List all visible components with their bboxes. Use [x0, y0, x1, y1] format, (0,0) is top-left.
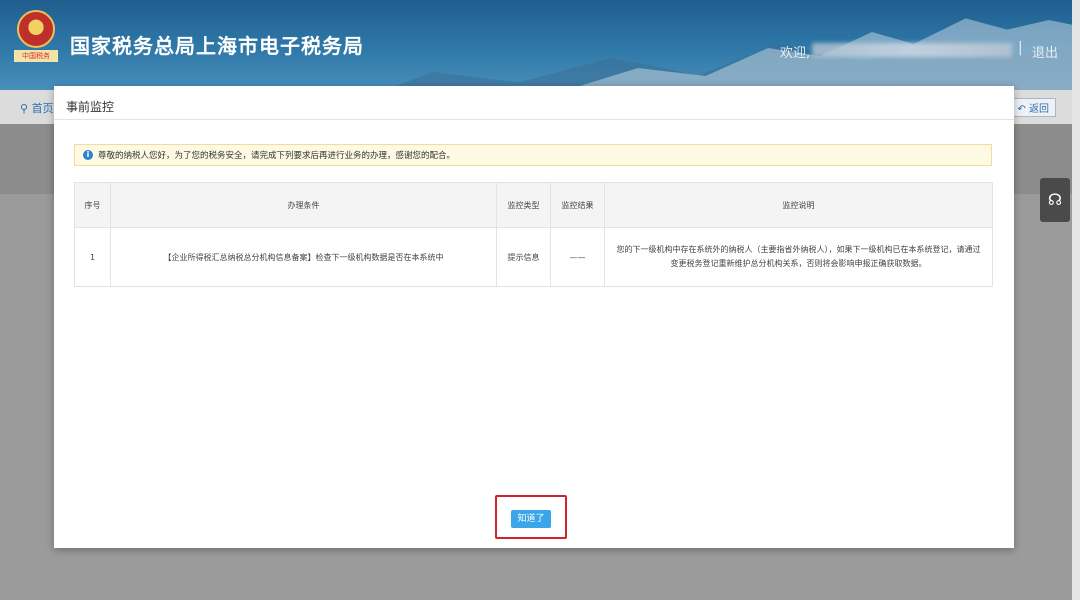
- notice-text: 尊敬的纳税人您好，为了您的税务安全，请完成下列要求后再进行业务的办理，感谢您的配…: [98, 151, 456, 161]
- headset-support-icon[interactable]: ☊: [1040, 178, 1070, 222]
- row-index: 1: [74, 227, 111, 287]
- monitor-table: 序号 办理条件 监控类型 监控结果 监控说明 1 【企业所得税汇总纳税总分机构信…: [74, 182, 993, 287]
- row-description: 您的下一级机构中存在系统外的纳税人（主要指省外纳税人），如果下一级机构已在本系统…: [604, 227, 993, 287]
- header-separator: |: [1018, 40, 1023, 56]
- row-result: ——: [550, 227, 605, 287]
- emblem-caption: 中国税务: [14, 50, 58, 62]
- emblem-icon: [17, 10, 55, 48]
- title-divider: [54, 119, 1014, 120]
- table-header-row: 序号 办理条件 监控类型 监控结果 监控说明: [74, 182, 993, 228]
- dialog-title: 事前监控: [66, 100, 115, 114]
- redacted-user-name: [812, 43, 1012, 57]
- button-highlight-box: 知道了: [495, 495, 567, 539]
- column-header-index: 序号: [74, 182, 111, 228]
- info-icon: i: [83, 150, 93, 160]
- return-arrow-icon: ↶: [1017, 104, 1026, 115]
- welcome-text: 欢迎,: [780, 46, 811, 61]
- page-scrollbar[interactable]: [1072, 0, 1080, 600]
- confirm-button[interactable]: 知道了: [511, 510, 551, 528]
- site-header: 中国税务 国家税务总局上海市电子税务局 欢迎, | 退出: [0, 0, 1080, 90]
- pre-monitor-dialog: 事前监控 i 尊敬的纳税人您好，为了您的税务安全，请完成下列要求后再进行业务的办…: [54, 86, 1014, 548]
- row-type-link[interactable]: 提示信息: [496, 227, 551, 287]
- notice-banner: i 尊敬的纳税人您好，为了您的税务安全，请完成下列要求后再进行业务的办理，感谢您…: [74, 144, 992, 166]
- column-header-description: 监控说明: [604, 182, 993, 228]
- location-pin-icon: ⚲: [20, 102, 29, 115]
- back-label: 返回: [1029, 104, 1049, 115]
- column-header-type: 监控类型: [496, 182, 551, 228]
- site-title: 国家税务总局上海市电子税务局: [70, 34, 364, 58]
- home-link[interactable]: ⚲ 首页: [20, 100, 54, 116]
- row-condition: 【企业所得税汇总纳税总分机构信息备案】检查下一级机构数据是否在本系统中: [110, 227, 497, 287]
- table-row: 1 【企业所得税汇总纳税总分机构信息备案】检查下一级机构数据是否在本系统中 提示…: [74, 227, 993, 287]
- column-header-result: 监控结果: [550, 182, 605, 228]
- home-label: 首页: [31, 102, 54, 115]
- column-header-condition: 办理条件: [110, 182, 497, 228]
- logout-link[interactable]: 退出: [1032, 42, 1058, 61]
- tax-emblem-logo: 中国税务: [14, 10, 58, 70]
- back-button[interactable]: ↶ 返回: [1010, 98, 1056, 117]
